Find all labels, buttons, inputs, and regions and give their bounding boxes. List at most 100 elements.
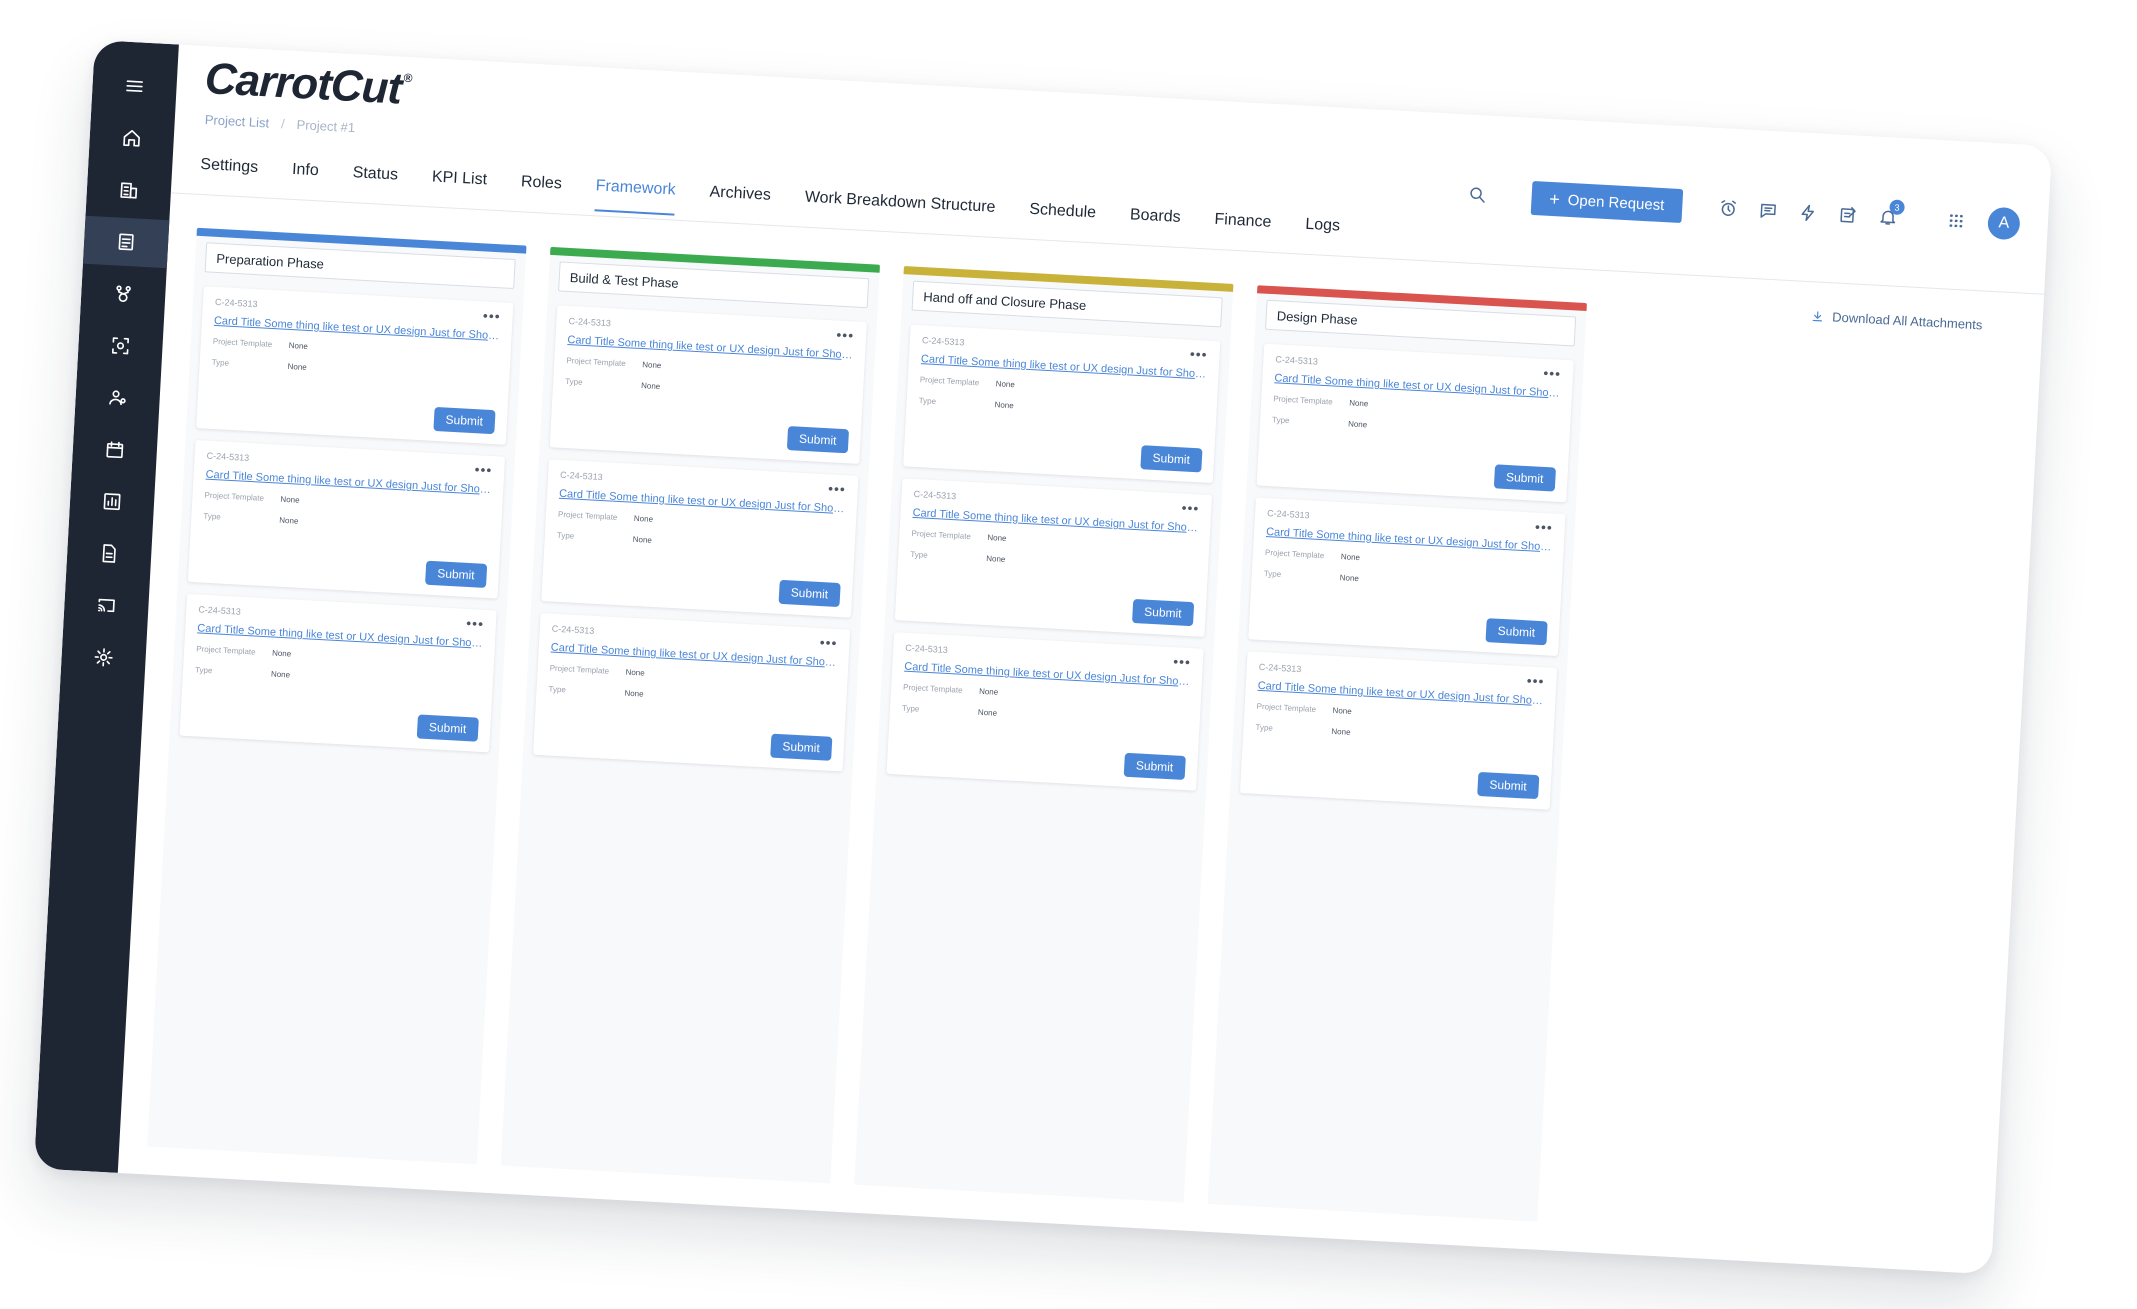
type-value: None — [632, 534, 653, 545]
scan-icon[interactable] — [77, 320, 163, 372]
type-label: Type — [556, 530, 575, 541]
type-label: Type — [1255, 722, 1274, 733]
submit-button[interactable]: Submit — [1476, 771, 1540, 800]
more-options-icon[interactable]: ••• — [819, 634, 838, 651]
type-label: Type — [548, 684, 567, 695]
alarm-clock-icon[interactable] — [1707, 188, 1749, 230]
breadcrumb-current: Project #1 — [296, 117, 356, 136]
home-icon[interactable] — [89, 112, 175, 164]
tab-roles[interactable]: Roles — [519, 165, 562, 211]
task-card[interactable]: C-24-5313 ••• Card Title Some thing like… — [1256, 343, 1574, 503]
type-value: None — [977, 707, 998, 718]
submit-button[interactable]: Submit — [416, 714, 479, 742]
more-options-icon[interactable]: ••• — [1173, 653, 1192, 670]
submit-button[interactable]: Submit — [769, 733, 833, 761]
tab-framework[interactable]: Framework — [594, 169, 676, 217]
submit-button[interactable]: Submit — [786, 426, 850, 454]
task-card[interactable]: C-24-5313 ••• Card Title Some thing like… — [196, 286, 514, 445]
project-icon[interactable] — [82, 215, 170, 269]
project-template-label: Project Template — [1256, 701, 1317, 715]
more-options-icon[interactable]: ••• — [1526, 672, 1545, 689]
more-options-icon[interactable]: ••• — [474, 461, 493, 478]
type-label: Type — [918, 396, 937, 407]
submit-button[interactable]: Submit — [778, 579, 841, 608]
type-value: None — [279, 515, 299, 526]
more-options-icon[interactable]: ••• — [828, 480, 847, 497]
task-card[interactable]: C-24-5313 ••• Card Title Some thing like… — [903, 324, 1221, 484]
open-request-label: Open Request — [1567, 191, 1665, 214]
project-template-label: Project Template — [566, 355, 626, 369]
avatar[interactable]: A — [1987, 206, 2021, 241]
tab-status[interactable]: Status — [351, 156, 399, 202]
more-options-icon[interactable]: ••• — [1543, 365, 1562, 382]
type-value: None — [986, 553, 1006, 564]
more-options-icon[interactable]: ••• — [1181, 499, 1200, 516]
project-template-label: Project Template — [1264, 548, 1325, 561]
submit-button[interactable]: Submit — [424, 560, 488, 588]
breadcrumb-project-list[interactable]: Project List — [204, 112, 269, 130]
more-options-icon[interactable]: ••• — [466, 615, 485, 632]
download-all-attachments-link[interactable]: Download All Attachments — [1810, 308, 1983, 332]
menu-icon[interactable] — [91, 60, 177, 112]
tab-work-breakdown-structure[interactable]: Work Breakdown Structure — [803, 181, 996, 235]
cast-icon[interactable] — [63, 579, 149, 631]
document-icon[interactable] — [66, 527, 152, 579]
chart-icon[interactable] — [69, 475, 155, 527]
task-card[interactable]: C-24-5313 ••• Card Title Some thing like… — [541, 459, 859, 618]
tab-finance[interactable]: Finance — [1213, 203, 1272, 250]
tab-settings[interactable]: Settings — [199, 148, 259, 195]
task-card[interactable]: C-24-5313 ••• Card Title Some thing like… — [886, 632, 1204, 791]
task-card[interactable]: C-24-5313 ••• Card Title Some thing like… — [894, 478, 1213, 637]
submit-button[interactable]: Submit — [1485, 618, 1548, 646]
project-template-value: None — [288, 340, 309, 351]
type-label: Type — [194, 665, 213, 676]
task-card[interactable]: C-24-5313 ••• Card Title Some thing like… — [187, 440, 506, 599]
project-template-value: None — [995, 379, 1016, 390]
more-options-icon[interactable]: ••• — [1535, 519, 1554, 536]
type-label: Type — [1271, 415, 1290, 426]
task-card[interactable]: C-24-5313 ••• Card Title Some thing like… — [179, 593, 497, 753]
header-actions: + Open Request 3 A — [1456, 174, 2021, 244]
task-card[interactable]: C-24-5313 ••• Card Title Some thing like… — [549, 305, 867, 464]
calendar-icon[interactable] — [72, 423, 158, 475]
workflow-icon[interactable] — [80, 268, 166, 320]
more-options-icon[interactable]: ••• — [1189, 346, 1208, 363]
notes-icon[interactable] — [1827, 194, 1869, 236]
board-column: Hand off and Closure Phase C-24-5313 •••… — [854, 266, 1234, 1203]
apps-grid-icon[interactable] — [1935, 200, 1977, 242]
more-options-icon[interactable]: ••• — [483, 307, 502, 324]
type-label: Type — [211, 357, 230, 368]
task-card[interactable]: C-24-5313 ••• Card Title Some thing like… — [1239, 651, 1558, 810]
task-card[interactable]: C-24-5313 ••• Card Title Some thing like… — [532, 612, 851, 772]
chat-icon[interactable] — [1747, 190, 1789, 232]
project-template-value: None — [987, 532, 1007, 544]
tab-info[interactable]: Info — [291, 153, 320, 198]
tab-boards[interactable]: Boards — [1128, 198, 1181, 245]
board-column: Design Phase C-24-5313 ••• Card Title So… — [1207, 285, 1587, 1222]
settings-icon[interactable] — [60, 631, 146, 683]
project-template-label: Project Template — [557, 509, 618, 522]
tab-archives[interactable]: Archives — [708, 175, 772, 222]
search-icon[interactable] — [1456, 174, 1498, 216]
breadcrumb: Project List / Project #1 — [204, 112, 355, 135]
lightning-icon[interactable] — [1787, 192, 1829, 234]
open-request-button[interactable]: + Open Request — [1530, 180, 1684, 224]
more-options-icon[interactable]: ••• — [836, 327, 855, 344]
bell-icon[interactable]: 3 — [1867, 196, 1909, 238]
app-window: CarrotCut® Project List / Project #1 Set… — [33, 40, 2053, 1275]
submit-button[interactable]: Submit — [1123, 752, 1186, 781]
users-icon[interactable] — [74, 372, 160, 424]
tab-kpi-list[interactable]: KPI List — [430, 160, 487, 207]
submit-button[interactable]: Submit — [432, 406, 496, 435]
tab-logs[interactable]: Logs — [1304, 208, 1341, 254]
task-card[interactable]: C-24-5313 ••• Card Title Some thing like… — [1248, 497, 1566, 657]
building-icon[interactable] — [86, 164, 172, 216]
tab-schedule[interactable]: Schedule — [1028, 193, 1097, 241]
project-template-label: Project Template — [919, 375, 980, 388]
submit-button[interactable]: Submit — [1493, 464, 1557, 492]
project-template-label: Project Template — [212, 336, 273, 350]
app-logo[interactable]: CarrotCut® — [204, 54, 413, 115]
submit-button[interactable]: Submit — [1139, 445, 1203, 473]
submit-button[interactable]: Submit — [1131, 598, 1195, 627]
type-label: Type — [203, 511, 221, 522]
